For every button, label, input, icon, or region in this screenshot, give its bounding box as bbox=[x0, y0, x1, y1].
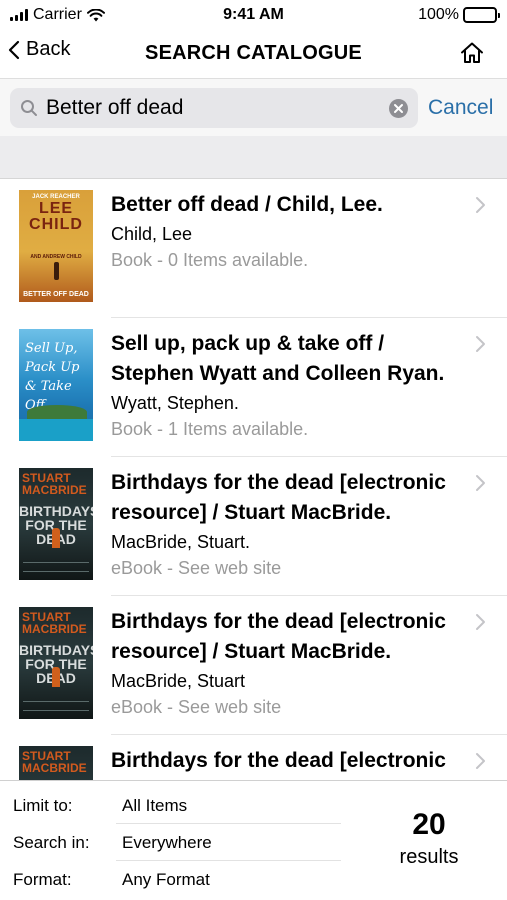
book-cover: STUART MACBRIDE BIRTHDAYS FOR THE DEAD bbox=[19, 468, 93, 580]
search-icon bbox=[21, 99, 37, 116]
search-in-label: Search in: bbox=[13, 832, 90, 852]
cancel-button[interactable]: Cancel bbox=[428, 96, 493, 120]
result-title: Better off dead / Child, Lee. bbox=[111, 193, 383, 216]
book-cover: JACK REACHER LEE CHILD AND ANDREW CHILD … bbox=[19, 190, 93, 302]
limit-filter[interactable]: Limit to: All Items bbox=[0, 787, 350, 824]
chevron-right-icon bbox=[476, 753, 485, 769]
limit-value[interactable]: All Items bbox=[122, 796, 350, 816]
result-row[interactable]: STUART MACBRIDE BIRTHDAYS FOR THE DEAD B… bbox=[0, 457, 507, 596]
format-filter[interactable]: Format: Any Format bbox=[0, 861, 350, 898]
page-title: SEARCH CATALOGUE bbox=[145, 41, 362, 64]
status-right: 100% bbox=[418, 6, 500, 24]
result-availability: Book - 0 Items available. bbox=[111, 250, 309, 270]
back-chevron-icon bbox=[8, 40, 20, 59]
cover-author: LEE CHILD bbox=[29, 200, 83, 233]
clear-icon[interactable] bbox=[389, 98, 408, 118]
result-availability: eBook - See web site bbox=[111, 697, 282, 717]
nav-bar: Back SEARCH CATALOGUE bbox=[0, 30, 507, 76]
battery-percent: 100% bbox=[418, 6, 459, 23]
format-value[interactable]: Any Format bbox=[122, 870, 350, 890]
result-title: Birthdays for the dead [electronic bbox=[111, 749, 446, 772]
result-title: Birthdays for the dead [electronic resou… bbox=[111, 471, 446, 524]
result-row[interactable]: JACK REACHER LEE CHILD AND ANDREW CHILD … bbox=[0, 179, 507, 318]
search-in-filter[interactable]: Search in: Everywhere bbox=[0, 824, 350, 861]
cover-figure bbox=[54, 262, 59, 280]
battery-icon bbox=[463, 7, 500, 23]
cover-title: Sell Up, Pack Up & Take Off bbox=[25, 341, 80, 413]
result-row[interactable]: Sell Up, Pack Up & Take Off Sell up, pac… bbox=[0, 318, 507, 457]
result-availability: Book - 1 Items available. bbox=[111, 419, 309, 439]
cover-blurb bbox=[23, 562, 89, 572]
signal-icon bbox=[10, 9, 28, 21]
cover-author: STUART MACBRIDE bbox=[22, 749, 87, 775]
back-label: Back bbox=[26, 38, 71, 60]
result-text: Birthdays for the dead [electronic resou… bbox=[111, 607, 467, 720]
result-text: Sell up, pack up & take off / Stephen Wy… bbox=[111, 329, 467, 442]
format-label: Format: bbox=[13, 869, 72, 889]
book-cover: Sell Up, Pack Up & Take Off bbox=[19, 329, 93, 441]
home-icon[interactable] bbox=[459, 40, 485, 66]
cover-sea bbox=[19, 419, 93, 441]
result-title: Birthdays for the dead [electronic resou… bbox=[111, 610, 446, 663]
result-author: Child, Lee bbox=[111, 224, 193, 244]
status-left: Carrier bbox=[10, 6, 105, 24]
result-text: Birthdays for the dead [electronic bbox=[111, 746, 467, 776]
cover-title: BETTER OFF DEAD bbox=[23, 291, 89, 298]
result-text: Better off dead / Child, Lee. Child, Lee… bbox=[111, 190, 467, 273]
result-row[interactable]: STUART MACBRIDE Birthdays for the dead [… bbox=[0, 735, 507, 780]
filter-strip bbox=[0, 136, 507, 179]
carrier-label: Carrier bbox=[33, 6, 82, 23]
book-cover: STUART MACBRIDE BIRTHDAYS FOR THE DEAD bbox=[19, 607, 93, 719]
result-author: MacBride, Stuart bbox=[111, 671, 246, 691]
result-availability: eBook - See web site bbox=[111, 558, 282, 578]
cover-island bbox=[27, 405, 87, 419]
search-box[interactable] bbox=[10, 87, 418, 128]
cover-coauthor: AND ANDREW CHILD bbox=[30, 254, 82, 260]
chevron-right-icon bbox=[476, 197, 485, 213]
book-cover: STUART MACBRIDE bbox=[19, 746, 93, 780]
search-area: Cancel bbox=[0, 78, 507, 136]
back-button[interactable]: Back bbox=[8, 38, 70, 61]
chevron-right-icon bbox=[476, 336, 485, 352]
search-input[interactable] bbox=[46, 95, 366, 120]
cover-author: STUART MACBRIDE bbox=[22, 471, 87, 497]
result-title: Sell up, pack up & take off / Stephen Wy… bbox=[111, 332, 445, 385]
result-text: Birthdays for the dead [electronic resou… bbox=[111, 468, 467, 581]
filter-bar: Limit to: All Items Search in: Everywher… bbox=[0, 780, 507, 900]
results-count-number: 20 bbox=[412, 808, 446, 841]
cover-author: STUART MACBRIDE bbox=[22, 610, 87, 636]
results-list: JACK REACHER LEE CHILD AND ANDREW CHILD … bbox=[0, 179, 507, 780]
cover-figure bbox=[52, 528, 60, 548]
limit-label: Limit to: bbox=[13, 795, 73, 815]
results-count: 20 results bbox=[389, 807, 469, 871]
chevron-right-icon bbox=[476, 475, 485, 491]
result-author: Wyatt, Stephen. bbox=[111, 393, 239, 413]
search-in-value[interactable]: Everywhere bbox=[122, 833, 350, 853]
cover-figure bbox=[52, 667, 60, 687]
wifi-icon bbox=[86, 8, 105, 21]
chevron-right-icon bbox=[476, 614, 485, 630]
result-row[interactable]: STUART MACBRIDE BIRTHDAYS FOR THE DEAD B… bbox=[0, 596, 507, 735]
status-bar: Carrier 9:41 AM 100% bbox=[0, 0, 507, 30]
cover-blurb bbox=[23, 701, 89, 711]
results-count-label: results bbox=[399, 846, 459, 868]
result-author: MacBride, Stuart. bbox=[111, 532, 251, 552]
